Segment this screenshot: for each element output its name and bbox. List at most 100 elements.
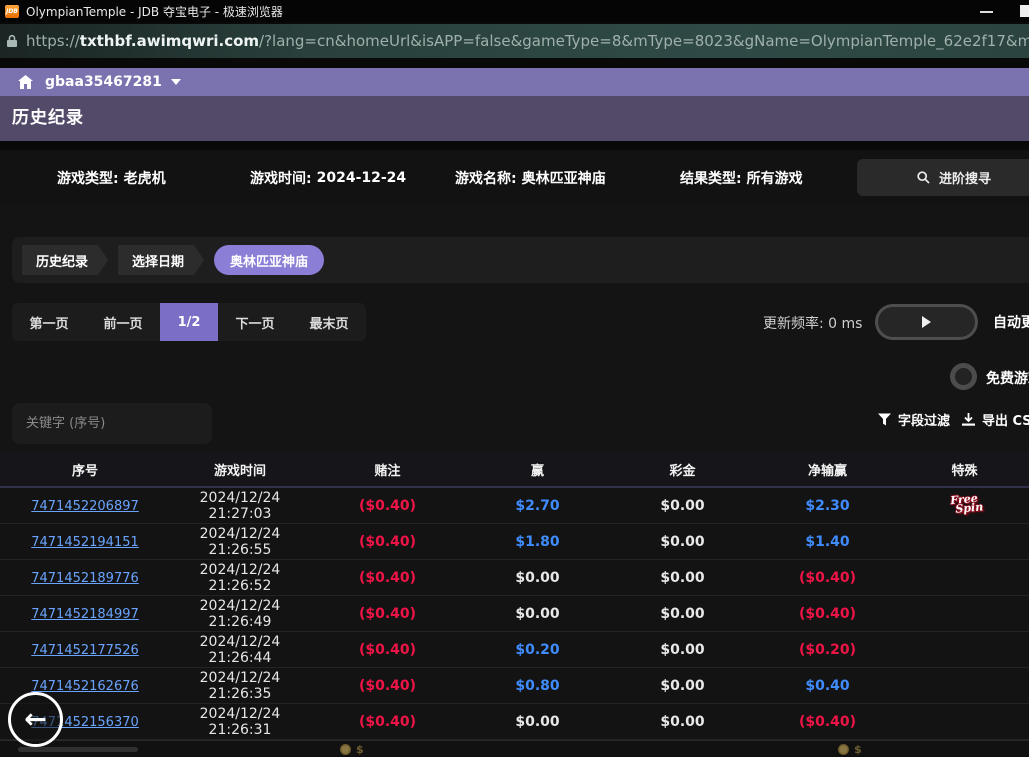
bet-cell: ($0.40) (310, 570, 465, 586)
column-header-win: 赢 (465, 460, 610, 479)
jackpot-cell-value: $0.00 (660, 534, 704, 550)
win-cell: $0.20 (465, 642, 610, 658)
serial-link-value[interactable]: 7471452189776 (31, 571, 139, 586)
win-cell: $1.80 (465, 534, 610, 550)
free-games-radio[interactable] (950, 363, 977, 390)
pagination-next[interactable]: 下一页 (218, 303, 292, 341)
field-filter-button[interactable]: 字段过滤 (878, 410, 950, 429)
download-icon (962, 413, 975, 427)
table-row: 74714521941512024/12/24 21:26:55($0.40)$… (0, 524, 1029, 560)
bet-cell-value: ($0.40) (359, 714, 416, 730)
pagination-current: 1/2 (160, 303, 218, 341)
maximize-button[interactable] (1020, 5, 1029, 17)
url-text: https://txthbf.awimqwri.com/?lang=cn&hom… (26, 32, 1029, 50)
serial-link-value[interactable]: 7471452194151 (31, 535, 139, 550)
column-header-special: 特殊 (900, 460, 1029, 479)
summary-smudge (18, 747, 138, 752)
win-cell-value: $0.00 (515, 570, 559, 586)
net-cell: $2.30 (755, 498, 900, 514)
jackpot-cell-value: $0.00 (660, 642, 704, 658)
play-icon (922, 316, 931, 328)
win-cell-value: $0.20 (515, 642, 559, 658)
back-button[interactable]: ← (8, 692, 63, 747)
refresh-rate-label: 更新频率: 0 ms (763, 313, 862, 333)
game-time-cell: 2024/12/24 21:26:35 (170, 670, 310, 702)
win-cell-value: $2.70 (515, 498, 559, 514)
chevron-down-icon[interactable] (171, 79, 181, 85)
game-time-cell: 2024/12/24 21:27:03 (170, 490, 310, 522)
net-cell: ($0.40) (755, 714, 900, 730)
url-bar[interactable]: https://txthbf.awimqwri.com/?lang=cn&hom… (0, 24, 1029, 58)
auto-update-toggle[interactable] (875, 304, 978, 340)
serial-link[interactable]: 7471452177526 (0, 642, 170, 658)
username-label[interactable]: gbaa35467281 (45, 74, 162, 90)
bet-cell-value: ($0.40) (359, 570, 416, 586)
coin-icon (838, 744, 849, 755)
bet-cell: ($0.40) (310, 606, 465, 622)
breadcrumb-history[interactable]: 历史纪录 (22, 245, 108, 275)
breadcrumb-game-active[interactable]: 奥林匹亚神庙 (214, 245, 324, 275)
serial-link[interactable]: 7471452194151 (0, 534, 170, 550)
breadcrumb-date[interactable]: 选择日期 (118, 245, 204, 275)
serial-link-value[interactable]: 7471452162676 (31, 679, 139, 694)
net-cell-value: $2.30 (805, 498, 849, 514)
net-cell-value: $0.40 (805, 678, 849, 694)
filter-game-type[interactable]: 游戏类型:老虎机 (57, 150, 166, 205)
serial-link-value[interactable]: 7471452184997 (31, 607, 139, 622)
bet-cell-value: ($0.40) (359, 498, 416, 514)
funnel-icon (878, 413, 891, 426)
table-row: 7471452189776 2024/12/24 21:26:52 ($0.40) $… (0, 560, 1029, 596)
serial-link[interactable]: 7471452206897 (0, 498, 170, 514)
serial-link[interactable]: 7471452162676 (0, 678, 170, 694)
search-input[interactable] (12, 403, 212, 444)
jackpot-cell: $0.00 (610, 534, 755, 550)
bet-cell: ($0.40) (310, 642, 465, 658)
filter-result-type[interactable]: 结果类型:所有游戏 (680, 150, 803, 205)
game-time-cell: 2024/12/24 21:26:52 (170, 562, 310, 594)
breadcrumb: 历史纪录 选择日期 奥林匹亚神庙 (12, 237, 1029, 283)
jackpot-cell: $0.00 (610, 570, 755, 586)
search-icon (917, 171, 930, 184)
net-cell: ($0.20) (755, 642, 900, 658)
coin-icon (340, 744, 351, 755)
game-time-cell: 2024/12/24 21:26:55 (170, 526, 310, 558)
account-nav: gbaa35467281 (0, 68, 1029, 96)
free-games-label: 免费游戏 (986, 368, 1029, 388)
net-cell-value: $1.40 (805, 534, 849, 550)
bet-cell: ($0.40) (310, 678, 465, 694)
partial-summary-row: $ $ (0, 740, 1029, 757)
pagination-prev[interactable]: 前一页 (86, 303, 160, 341)
url-host: txthbf.awimqwri.com (80, 32, 259, 50)
main-content: 历史纪录 选择日期 奥林匹亚神庙 第一页 前一页 1/2 下一页 最末页 更新频… (0, 205, 1029, 756)
advanced-search-button[interactable]: 进阶搜寻 (857, 159, 1029, 196)
summary-coin-right: $ (838, 743, 862, 756)
net-cell-value: ($0.20) (799, 642, 856, 658)
win-cell: $0.00 (465, 570, 610, 586)
export-csv-button[interactable]: 导出 CSV (962, 410, 1029, 429)
jackpot-cell-value: $0.00 (660, 570, 704, 586)
home-icon[interactable] (18, 75, 33, 89)
bet-cell-value: ($0.40) (359, 642, 416, 658)
serial-link[interactable]: 7471452184997 (0, 606, 170, 622)
filter-game-name[interactable]: 游戏名称:奥林匹亚神庙 (455, 150, 606, 205)
table-header-row: 序号 游戏时间 赌注 赢 彩金 净输赢 特殊 (0, 452, 1029, 488)
net-cell: $1.40 (755, 534, 900, 550)
net-cell: $0.40 (755, 678, 900, 694)
column-header-jackpot: 彩金 (610, 460, 755, 479)
serial-link-value[interactable]: 7471452177526 (31, 643, 139, 658)
net-cell-value: ($0.40) (799, 714, 856, 730)
free-spin-badge: FreeSpin (945, 493, 983, 514)
table-row: 7471452206897 2024/12/24 21:27:03 ($0.40) $… (0, 488, 1029, 524)
pagination-first[interactable]: 第一页 (12, 303, 86, 341)
serial-link[interactable]: 7471452189776 (0, 570, 170, 586)
filter-game-time[interactable]: 游戏时间:2024-12-24 (250, 150, 406, 205)
pagination-last[interactable]: 最末页 (292, 303, 366, 341)
game-time-cell: 2024/12/24 21:26:31 (170, 706, 310, 738)
serial-link-value[interactable]: 7471452206897 (31, 499, 139, 514)
table-row: 74714521775262024/12/24 21:26:44($0.40)$… (0, 632, 1029, 668)
table-row: 7471452162676 2024/12/24 21:26:35($0.40) $… (0, 668, 1029, 704)
net-cell-value: ($0.40) (799, 606, 856, 622)
advanced-search-label: 进阶搜寻 (939, 168, 991, 187)
win-cell-value: $0.00 (515, 606, 559, 622)
minimize-button[interactable] (980, 11, 993, 13)
